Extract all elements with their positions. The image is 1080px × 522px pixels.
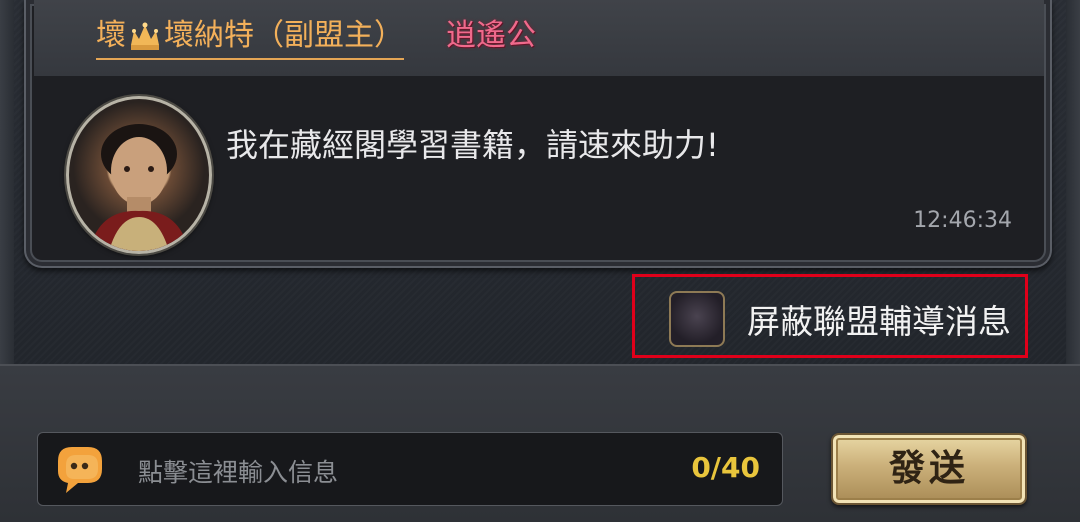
block-alliance-tutor-toggle[interactable]: 屏蔽聯盟輔導消息 bbox=[632, 274, 1028, 358]
sender-prefix: 壞 bbox=[96, 18, 126, 53]
composer-bar: 點擊這裡輸入信息 0/40 發送 bbox=[0, 364, 1080, 522]
block-checkbox[interactable] bbox=[669, 291, 725, 347]
sender-name-link[interactable]: 壞 壞納特（副盟主） bbox=[96, 14, 404, 60]
message-header: 壞 壞納特（副盟主） 逍遙公 bbox=[34, 0, 1044, 76]
character-count: 0/40 bbox=[691, 451, 760, 484]
avatar[interactable] bbox=[66, 96, 212, 254]
right-frame bbox=[1066, 0, 1080, 365]
speech-bubble-icon bbox=[58, 447, 102, 493]
sender-name: 壞納特（副盟主） bbox=[164, 18, 404, 53]
title-badge: 逍遙公 bbox=[446, 18, 536, 53]
left-frame bbox=[0, 0, 14, 365]
avatar-portrait bbox=[89, 124, 189, 251]
chat-input[interactable]: 點擊這裡輸入信息 0/40 bbox=[37, 432, 783, 506]
send-button[interactable]: 發送 bbox=[831, 433, 1027, 505]
chat-message-card: 壞 壞納特（副盟主） 逍遙公 我在藏經閣學習書籍，請速來助力! 12:46:34 bbox=[24, 0, 1052, 268]
block-toggle-label: 屏蔽聯盟輔導消息 bbox=[747, 302, 1011, 341]
input-placeholder: 點擊這裡輸入信息 bbox=[138, 458, 339, 487]
message-text: 我在藏經閣學習書籍，請速來助力! bbox=[226, 126, 719, 164]
message-timestamp: 12:46:34 bbox=[913, 208, 1012, 233]
crown-icon bbox=[131, 22, 159, 50]
